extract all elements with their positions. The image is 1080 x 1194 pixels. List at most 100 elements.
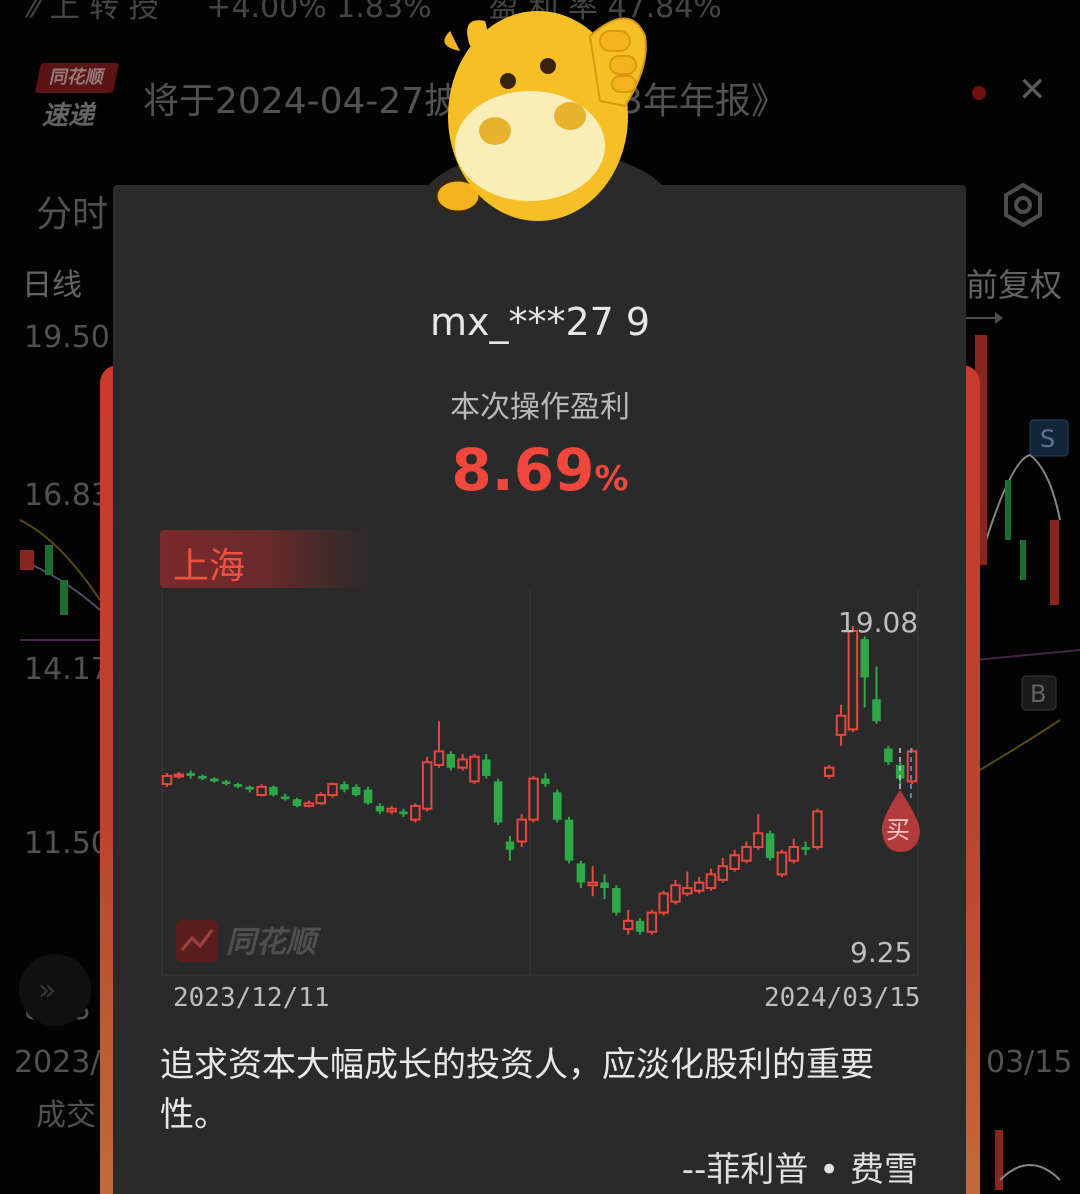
candle-body xyxy=(351,786,361,796)
candle xyxy=(198,774,207,780)
candle xyxy=(860,636,869,708)
watermark-logo: 同花顺 xyxy=(176,920,322,962)
candle xyxy=(292,797,302,808)
candle-body xyxy=(741,846,752,862)
candle-body xyxy=(753,832,764,849)
candle xyxy=(469,754,480,785)
candle xyxy=(173,771,185,779)
candle-body xyxy=(410,804,421,821)
quote-text: 追求资本大幅成长的投资人，应淡化股利的重要性。 xyxy=(160,1045,874,1135)
candle-body xyxy=(717,865,729,881)
candle-body xyxy=(269,786,278,796)
candle xyxy=(541,773,550,787)
candle-body xyxy=(576,863,586,883)
candle-body xyxy=(233,784,243,787)
candle-body xyxy=(327,783,338,797)
candle xyxy=(753,814,764,850)
candle-body xyxy=(564,819,574,861)
candle xyxy=(765,830,775,861)
candle xyxy=(375,803,385,815)
candle-body xyxy=(173,773,185,778)
candle xyxy=(399,808,408,817)
candle-body xyxy=(622,919,634,931)
candle-body xyxy=(765,833,775,858)
candle-body xyxy=(161,774,173,786)
candle-body xyxy=(303,802,315,807)
candle xyxy=(340,781,349,793)
candle-body xyxy=(705,873,717,890)
candle xyxy=(210,777,219,783)
candle xyxy=(161,773,173,787)
candle-body xyxy=(776,851,788,876)
candle xyxy=(528,775,539,823)
candle-body xyxy=(186,773,195,776)
candle-body xyxy=(198,775,207,779)
candle xyxy=(906,748,918,785)
candle-body xyxy=(587,881,598,887)
candle-body xyxy=(635,920,645,932)
candle xyxy=(482,754,491,779)
candle xyxy=(351,784,361,797)
candle xyxy=(315,792,326,805)
candle xyxy=(410,803,421,823)
candles-group xyxy=(161,626,918,935)
candle xyxy=(221,780,231,786)
candle xyxy=(256,784,267,797)
candle xyxy=(386,805,397,815)
candle-body xyxy=(493,781,503,823)
candle xyxy=(245,785,255,793)
candle-body xyxy=(516,818,528,843)
candle-body xyxy=(612,888,621,913)
candle xyxy=(564,816,574,864)
candle-body xyxy=(884,748,893,763)
candle-body xyxy=(363,789,373,804)
candle-body xyxy=(245,786,255,790)
candle xyxy=(705,868,717,891)
candle-body xyxy=(835,714,847,736)
candle-body xyxy=(729,854,740,870)
candle xyxy=(576,860,586,889)
candle xyxy=(493,778,503,826)
candle xyxy=(233,782,243,789)
candle-body xyxy=(315,794,326,805)
candle-body xyxy=(221,781,231,785)
candle xyxy=(884,745,893,765)
candle-body xyxy=(457,758,468,769)
candle-body xyxy=(670,884,681,903)
candle xyxy=(801,841,810,856)
candle xyxy=(872,666,881,724)
high-price-label: 19.08 xyxy=(838,606,918,639)
candle xyxy=(823,764,835,779)
candle xyxy=(269,785,278,797)
candle-body xyxy=(482,759,491,776)
candle-body xyxy=(505,841,515,850)
candle-body xyxy=(541,778,550,785)
candle xyxy=(646,909,658,935)
candle-body xyxy=(860,639,869,678)
candle xyxy=(812,808,823,850)
candle-body xyxy=(469,755,480,783)
candle-body xyxy=(646,911,658,933)
candle xyxy=(505,836,515,861)
candle xyxy=(303,800,315,808)
candle xyxy=(658,890,669,916)
candlestick-chart: 同花顺 19.08 9.25 2023/12/11 2024/03/15 买 xyxy=(161,590,921,1013)
candle-body xyxy=(421,761,433,810)
start-date-label: 2023/12/11 xyxy=(173,983,330,1013)
candle xyxy=(280,793,290,801)
quote-author: --菲利普 • 费雪 xyxy=(681,1150,918,1190)
candle-body xyxy=(693,881,705,892)
watermark-text: 同花顺 xyxy=(226,925,322,960)
candle-body xyxy=(812,810,823,849)
candle-body xyxy=(292,799,302,806)
candle-body xyxy=(823,766,835,777)
candle-body xyxy=(600,882,609,889)
candle xyxy=(776,849,788,878)
candle-body xyxy=(682,887,693,895)
candle xyxy=(327,782,338,798)
candle-body xyxy=(788,846,800,862)
candle-body xyxy=(375,805,385,812)
candle-body xyxy=(340,784,349,790)
candle-body xyxy=(433,750,445,766)
candle-body xyxy=(386,807,397,813)
